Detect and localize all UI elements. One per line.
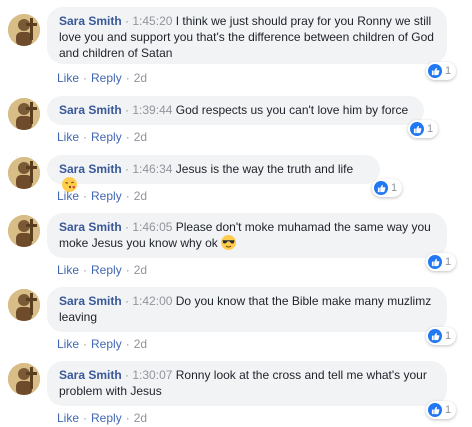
separator: · [83,263,88,277]
comment-timestamp[interactable]: 1:42:00 [132,294,172,308]
comment-author[interactable]: Sara Smith [59,368,122,382]
avatar[interactable] [8,215,40,247]
reaction-count: 1 [445,256,452,268]
comment-age[interactable]: 2d [134,337,147,351]
reaction-summary[interactable]: 1 [408,120,439,138]
reaction-summary[interactable]: 1 [426,327,457,345]
thumbs-up-icon [428,329,442,343]
reply-link[interactable]: Reply [91,263,122,277]
separator: · [121,162,133,176]
comment-author[interactable]: Sara Smith [59,14,122,28]
comment-text: God respects us you can't love him by fo… [175,103,409,117]
comment-bubble: Sara Smith · 1:46:05 Please don't moke m… [47,213,447,258]
comment-author[interactable]: Sara Smith [59,162,122,176]
avatar[interactable] [8,363,40,395]
comment-bubble: Sara Smith · 1:45:20 I think we just sho… [47,7,447,64]
comment-text: Jesus is the way the truth and life [175,162,354,176]
like-link[interactable]: Like [57,71,79,85]
separator: · [125,337,130,351]
reaction-summary[interactable]: 1 [372,179,403,197]
separator: · [83,71,88,85]
separator: · [83,130,88,144]
comment-timestamp[interactable]: 1:30:07 [132,368,172,382]
separator: · [83,411,88,425]
separator: · [125,130,130,144]
like-link[interactable]: Like [57,189,79,203]
reaction-summary[interactable]: 1 [426,253,457,271]
reply-link[interactable]: Reply [91,130,122,144]
comment-author[interactable]: Sara Smith [59,103,122,117]
thumbs-up-icon [428,64,442,78]
sunglasses-face-emoji [220,235,236,250]
comment-author[interactable]: Sara Smith [59,220,122,234]
reply-link[interactable]: Reply [91,189,122,203]
avatar[interactable] [8,14,40,46]
reply-link[interactable]: Reply [91,71,122,85]
separator: · [83,189,88,203]
separator: · [125,71,130,85]
comment-bubble: Sara Smith · 1:42:00 Do you know that th… [47,287,447,332]
comment-author[interactable]: Sara Smith [59,294,122,308]
comment-timestamp[interactable]: 1:46:05 [132,220,172,234]
thumbs-up-icon [410,122,424,136]
reaction-count: 1 [391,182,398,194]
reply-link[interactable]: Reply [91,411,122,425]
like-link[interactable]: Like [57,263,79,277]
avatar[interactable] [8,157,40,189]
comment-bubble: Sara Smith · 1:39:44 God respects us you… [47,96,424,125]
separator: · [125,263,130,277]
separator: · [121,294,133,308]
separator: · [125,189,130,203]
comment-age[interactable]: 2d [134,130,147,144]
avatar[interactable] [8,98,40,130]
like-link[interactable]: Like [57,130,79,144]
reaction-count: 1 [445,65,452,77]
separator: · [121,14,133,28]
comment-age[interactable]: 2d [134,71,147,85]
comment-age[interactable]: 2d [134,411,147,425]
separator: · [83,337,88,351]
reaction-summary[interactable]: 1 [426,401,457,419]
reaction-count: 1 [445,330,452,342]
separator: · [121,368,133,382]
comment-age[interactable]: 2d [134,189,147,203]
comment-age[interactable]: 2d [134,263,147,277]
like-link[interactable]: Like [57,337,79,351]
comment-bubble: Sara Smith · 1:46:34 Jesus is the way th… [47,155,380,192]
reaction-summary[interactable]: 1 [426,62,457,80]
avatar[interactable] [8,289,40,321]
thumbs-up-icon [428,403,442,417]
thumbs-up-icon [428,255,442,269]
separator: · [121,103,133,117]
comment-timestamp[interactable]: 1:45:20 [132,14,172,28]
reaction-count: 1 [427,123,434,135]
comment-bubble: Sara Smith · 1:30:07 Ronny look at the c… [47,361,447,406]
reply-link[interactable]: Reply [91,337,122,351]
comment-timestamp[interactable]: 1:46:34 [132,162,172,176]
thumbs-up-icon [374,181,388,195]
like-link[interactable]: Like [57,411,79,425]
separator: · [121,220,133,234]
reaction-count: 1 [445,404,452,416]
separator: · [125,411,130,425]
comment-timestamp[interactable]: 1:39:44 [132,103,172,117]
